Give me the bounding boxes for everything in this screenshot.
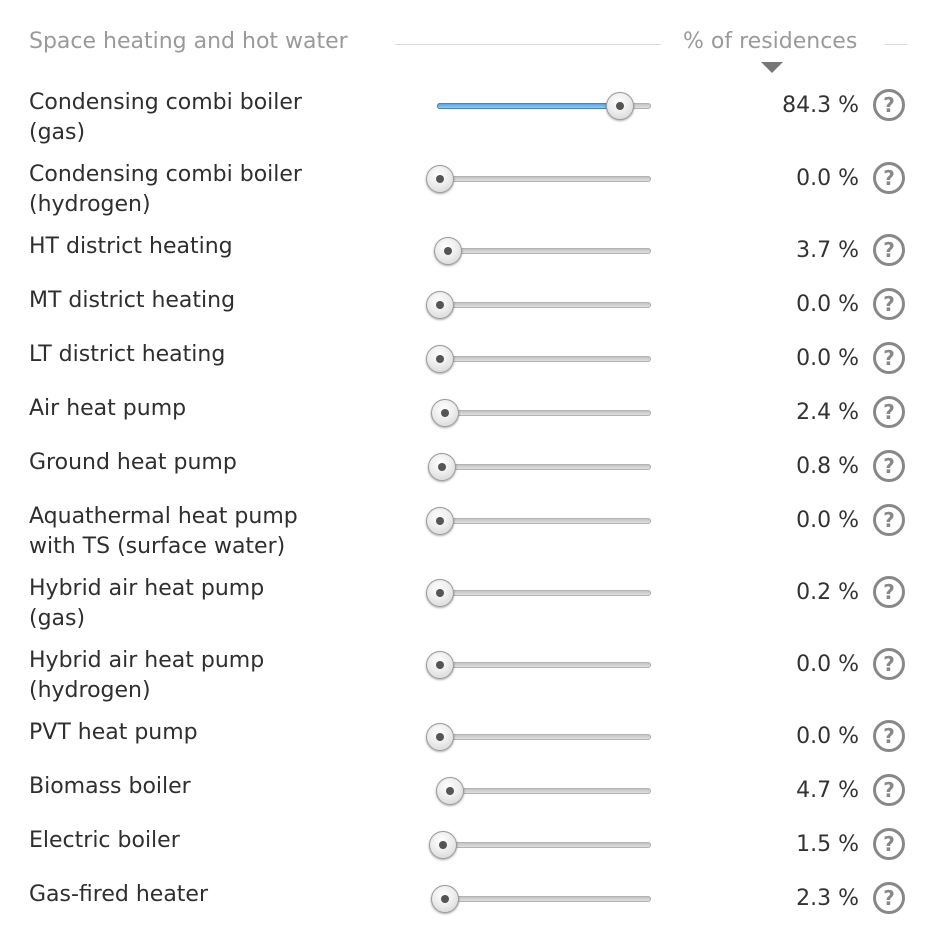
slider-label: PVT heat pump (29, 718, 399, 748)
help-icon[interactable]: ? (873, 234, 905, 266)
slider-thumb[interactable] (426, 165, 454, 193)
slider-label-line: (hydrogen) (29, 678, 151, 703)
slider-track[interactable] (437, 356, 651, 362)
slider-label: Gas-fired heater (29, 880, 399, 910)
slider-thumb[interactable] (433, 237, 462, 265)
section-title: Space heating and hot water (29, 29, 348, 54)
slider-label: Electric boiler (29, 826, 399, 856)
slider-track[interactable] (437, 518, 651, 524)
help-icon[interactable]: ? (873, 288, 905, 320)
slider-label: Hybrid air heat pump (gas) (29, 574, 399, 634)
slider-thumb[interactable] (426, 291, 454, 319)
slider-value[interactable]: 0.0 % (700, 166, 859, 191)
slider-label: Condensing combi boiler (gas) (29, 88, 399, 148)
slider-label-line: LT district heating (29, 342, 226, 367)
slider-label-line: Ground heat pump (29, 450, 237, 475)
header-divider (885, 44, 907, 45)
slider-track[interactable] (437, 662, 651, 668)
slider-track[interactable] (437, 410, 651, 416)
slider-label-line: (gas) (29, 120, 86, 145)
slider-label-line: Air heat pump (29, 396, 187, 421)
slider-label-line: PVT heat pump (29, 720, 198, 745)
help-icon[interactable]: ? (873, 576, 905, 608)
triangle-down-icon[interactable] (761, 62, 783, 73)
section-header: Space heating and hot water % of residen… (0, 0, 934, 90)
help-icon[interactable]: ? (873, 89, 905, 121)
slider-track[interactable] (437, 590, 651, 596)
slider-track[interactable] (437, 464, 651, 470)
slider-thumb[interactable] (427, 453, 456, 481)
help-icon[interactable]: ? (873, 774, 905, 806)
slider-label: Condensing combi boiler (hydrogen) (29, 160, 399, 220)
slider-thumb[interactable] (431, 399, 460, 427)
help-icon[interactable]: ? (873, 162, 905, 194)
slider-label-line: with TS (surface water) (29, 534, 286, 559)
slider-thumb[interactable] (426, 579, 455, 607)
slider-label-line: Aquathermal heat pump (29, 504, 298, 529)
help-icon[interactable]: ? (873, 648, 905, 680)
slider-thumb[interactable] (430, 885, 459, 913)
slider-label: LT district heating (29, 340, 399, 370)
slider-label-line: MT district heating (29, 288, 236, 313)
slider-label-line: Hybrid air heat pump (29, 648, 265, 673)
slider-value[interactable]: 84.3 % (700, 93, 859, 118)
slider-label-line: (gas) (29, 606, 86, 631)
help-icon[interactable]: ? (873, 882, 905, 914)
slider-label: Air heat pump (29, 394, 399, 424)
slider-track[interactable] (437, 248, 651, 254)
slider-label-line: Condensing combi boiler (29, 162, 302, 187)
slider-label: HT district heating (29, 232, 399, 262)
slider-value[interactable]: 0.0 % (700, 724, 859, 749)
slider-value[interactable]: 0.2 % (700, 580, 859, 605)
slider-thumb[interactable] (606, 92, 635, 120)
slider-track[interactable] (437, 842, 651, 848)
slider-value[interactable]: 0.0 % (700, 508, 859, 533)
slider-value[interactable]: 1.5 % (700, 832, 859, 857)
slider-value[interactable]: 2.4 % (700, 400, 859, 425)
slider-track[interactable] (437, 176, 651, 182)
slider-track[interactable] (437, 896, 651, 902)
slider-label-line: Biomass boiler (29, 774, 191, 799)
slider-label: Biomass boiler (29, 772, 399, 802)
slider-value[interactable]: 0.8 % (700, 454, 859, 479)
slider-label: Ground heat pump (29, 448, 399, 478)
slider-label-line: Hybrid air heat pump (29, 576, 265, 601)
slider-label-line: Condensing combi boiler (29, 90, 302, 115)
slider-label: Aquathermal heat pump with TS (surface wa… (29, 502, 399, 562)
slider-track[interactable] (437, 734, 651, 740)
slider-label-line: Gas-fired heater (29, 882, 209, 907)
header-divider (395, 44, 661, 45)
help-icon[interactable]: ? (873, 504, 905, 536)
slider-thumb[interactable] (436, 777, 465, 805)
slider-thumb[interactable] (429, 831, 458, 859)
help-icon[interactable]: ? (873, 396, 905, 428)
slider-thumb[interactable] (426, 345, 454, 373)
slider-value[interactable]: 0.0 % (700, 346, 859, 371)
slider-thumb[interactable] (426, 651, 454, 679)
slider-label-line: Electric boiler (29, 828, 180, 853)
unit-column-header[interactable]: % of residences (683, 29, 857, 54)
help-icon[interactable]: ? (873, 828, 905, 860)
slider-track[interactable] (437, 788, 651, 794)
slider-track[interactable] (437, 302, 651, 308)
slider-value[interactable]: 0.0 % (700, 292, 859, 317)
slider-label: Hybrid air heat pump (hydrogen) (29, 646, 399, 706)
slider-label-line: (hydrogen) (29, 192, 151, 217)
help-icon[interactable]: ? (873, 342, 905, 374)
slider-value[interactable]: 3.7 % (700, 238, 859, 263)
slider-value[interactable]: 2.3 % (700, 886, 859, 911)
slider-thumb[interactable] (426, 507, 454, 535)
slider-label-line: HT district heating (29, 234, 233, 259)
slider-value[interactable]: 0.0 % (700, 652, 859, 677)
help-icon[interactable]: ? (873, 720, 905, 752)
help-icon[interactable]: ? (873, 450, 905, 482)
slider-label: MT district heating (29, 286, 399, 316)
slider-thumb[interactable] (426, 723, 454, 751)
slider-value[interactable]: 4.7 % (700, 778, 859, 803)
slider-fill (437, 103, 621, 109)
